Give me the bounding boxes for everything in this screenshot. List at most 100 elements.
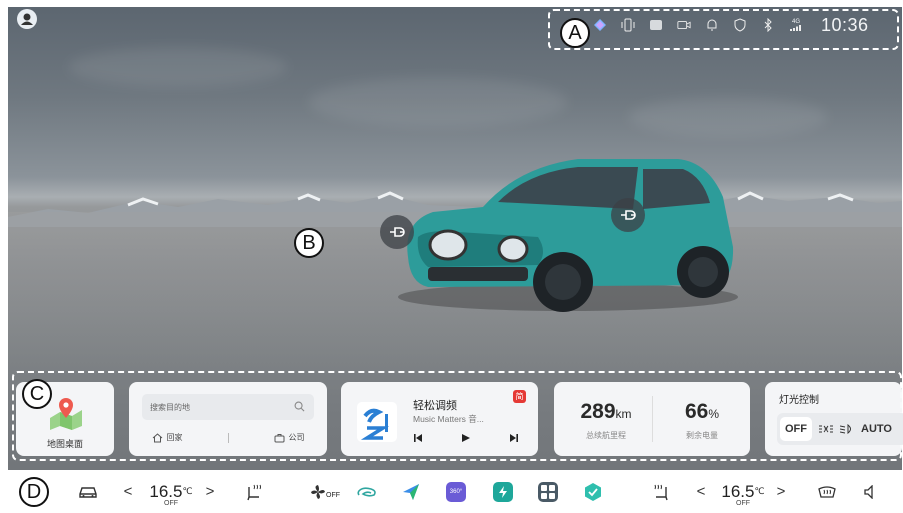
fan-icon — [311, 484, 325, 499]
previous-track-button[interactable] — [411, 432, 425, 444]
speaker-icon — [864, 484, 873, 499]
bottom-dock: D < 16.5 ℃ OFF > OFF 360° < 16.5 ℃ OFF > — [0, 470, 903, 513]
briefcase-icon — [274, 433, 284, 442]
right-temp-display: 16.5 ℃ OFF — [718, 470, 768, 513]
light-control-title: 灯光控制 — [779, 395, 819, 406]
volume-button[interactable] — [859, 470, 881, 513]
security-app[interactable] — [581, 470, 605, 513]
clock: 10:36 — [821, 14, 869, 35]
cloud — [308, 77, 568, 127]
right-temp-state: OFF — [736, 500, 750, 507]
shield-icon[interactable] — [733, 18, 747, 32]
battery-stat: 66% 剩余电量 — [662, 400, 742, 441]
marker-b: B — [294, 228, 324, 258]
light-off-button[interactable]: OFF — [780, 417, 812, 441]
skip-previous-icon — [414, 434, 422, 442]
range-label: 总续航里程 — [586, 431, 626, 440]
fan-state: OFF — [326, 492, 340, 499]
position-light-icon[interactable] — [819, 424, 833, 434]
search-placeholder: 搜索目的地 — [150, 403, 190, 412]
navigation-app-icon — [403, 483, 419, 500]
recirculation-button[interactable] — [355, 470, 379, 513]
defrost-button[interactable] — [815, 470, 839, 513]
assistant-icon[interactable] — [593, 18, 607, 32]
work-label: 公司 — [288, 433, 305, 442]
left-temp-display: 16.5 ℃ OFF — [146, 470, 196, 513]
range-unit: km — [615, 407, 632, 421]
range-value: 289 — [580, 400, 616, 423]
divider — [652, 396, 653, 442]
left-seat-heat-button[interactable] — [243, 470, 265, 513]
playback-controls — [411, 432, 521, 444]
lightning-icon — [493, 481, 513, 502]
bell-icon[interactable] — [705, 18, 719, 32]
battery-label: 剩余电量 — [686, 431, 718, 440]
windshield-defrost-icon — [818, 485, 836, 498]
charging-plug-icon — [621, 210, 636, 220]
status-bar: 4G 10:36 — [545, 3, 893, 47]
right-seat-heat-button[interactable] — [649, 470, 673, 513]
widget-cards: 地图桌面 搜索目的地 回家 公司 轻松调频 Music Matters 音...… — [16, 382, 903, 456]
camera-360-app[interactable]: 360° — [444, 470, 468, 513]
navigation-app[interactable] — [400, 470, 422, 513]
screen-mirror-icon[interactable] — [649, 18, 663, 32]
home-label: 回家 — [166, 433, 183, 442]
app-badge: 简 — [513, 390, 526, 403]
battery-value-row: 66% — [662, 400, 742, 424]
light-control-card: 灯光控制 OFF AUTO — [765, 382, 903, 456]
light-mode-selector: OFF AUTO — [777, 413, 903, 445]
left-temp-unit: ℃ — [182, 486, 193, 496]
navigation-card: 搜索目的地 回家 公司 — [129, 382, 327, 456]
left-temp-decrease[interactable]: < — [121, 470, 135, 513]
charge-port-button-rear[interactable] — [611, 198, 645, 232]
range-stat: 289km 总续航里程 — [566, 400, 646, 441]
play-button[interactable] — [459, 432, 473, 444]
charging-plug-icon — [390, 227, 405, 237]
fan-button[interactable]: OFF — [310, 470, 340, 513]
music-title: 轻松调频 — [413, 400, 457, 412]
camera-icon[interactable] — [677, 18, 691, 32]
camera-360-icon: 360° — [446, 481, 466, 502]
signal-4g-icon: 4G — [789, 18, 803, 32]
vehicle-model[interactable] — [388, 137, 738, 312]
go-home-button[interactable]: 回家 — [152, 432, 183, 443]
left-temp-value: 16.5 — [149, 481, 183, 501]
battery-value: 66 — [684, 400, 709, 423]
map-card-label: 地图桌面 — [46, 439, 83, 449]
seat-heater-icon — [247, 484, 261, 500]
apps-grid-button[interactable] — [536, 470, 560, 513]
home-icon — [152, 432, 162, 442]
skip-next-icon — [510, 434, 518, 442]
right-temp-value: 16.5 — [721, 481, 755, 501]
car-icon — [79, 486, 97, 498]
range-value-row: 289km — [566, 400, 646, 424]
light-auto-button[interactable]: AUTO — [861, 423, 892, 435]
destination-search-input[interactable]: 搜索目的地 — [142, 394, 314, 420]
charge-port-button[interactable] — [380, 215, 414, 249]
seat-heater-icon — [654, 484, 668, 500]
low-beam-icon[interactable] — [840, 424, 854, 434]
hexagon-shield-icon — [585, 482, 601, 501]
right-temp-unit: ℃ — [754, 486, 765, 496]
left-temp-state: OFF — [164, 500, 178, 507]
vehicle-range-card[interactable]: 289km 总续航里程 66% 剩余电量 — [554, 382, 750, 456]
battery-unit: % — [708, 407, 720, 421]
radio-station-logo — [357, 402, 397, 442]
charging-app[interactable] — [491, 470, 515, 513]
user-avatar[interactable] — [17, 9, 37, 29]
next-track-button[interactable] — [507, 432, 521, 444]
left-temp-increase[interactable]: > — [203, 470, 217, 513]
bluetooth-icon[interactable] — [761, 18, 775, 32]
right-temp-increase[interactable]: > — [774, 470, 788, 513]
go-work-button[interactable]: 公司 — [274, 432, 305, 443]
right-temp-decrease[interactable]: < — [694, 470, 708, 513]
vehicle-button[interactable] — [77, 470, 99, 513]
app-grid-icon — [538, 481, 558, 502]
cloud — [68, 47, 288, 87]
quick-destinations: 回家 公司 — [129, 432, 327, 443]
air-recirculation-icon — [357, 486, 376, 497]
vibration-icon[interactable] — [621, 18, 635, 32]
marker-d: D — [19, 477, 49, 507]
music-card[interactable]: 轻松调频 Music Matters 音... 简 — [341, 382, 538, 456]
play-icon — [462, 434, 470, 442]
